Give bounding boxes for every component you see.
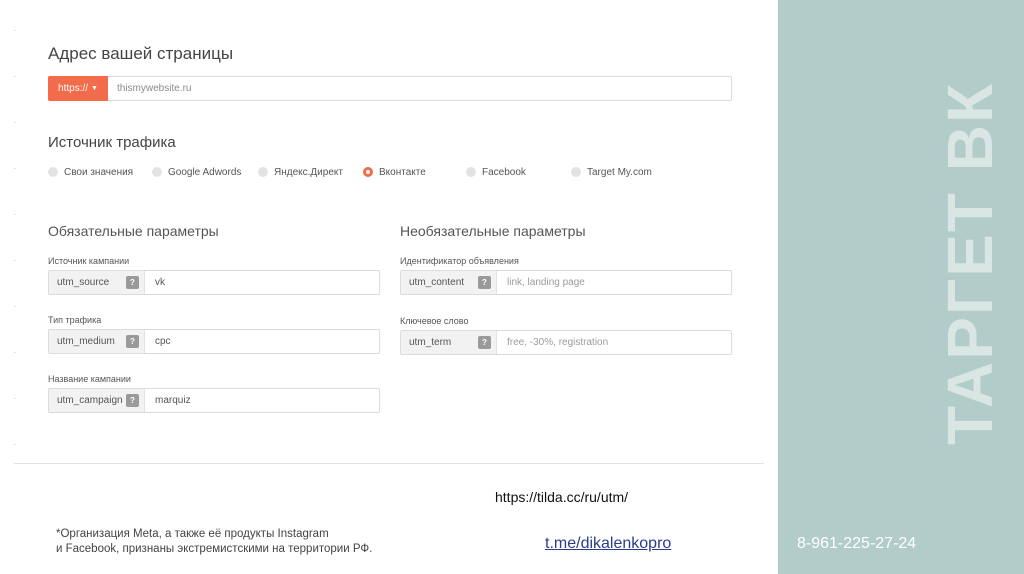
- utm-medium-field[interactable]: utm_medium ? cpc: [48, 329, 380, 354]
- radio-target-mycom[interactable]: Target My.com: [571, 164, 652, 180]
- utm-source-field[interactable]: utm_source ? vk: [48, 270, 380, 295]
- radio-dot: [571, 167, 581, 177]
- utm-term-field[interactable]: utm_term ? free, -30%, registration: [400, 330, 732, 355]
- traffic-source-radio-group: Свои значения Google Adwords Яндекс.Дире…: [48, 164, 768, 180]
- source-url: https://tilda.cc/ru/utm/: [495, 489, 629, 505]
- disclaimer-line: *Организация Meta, а также её продукты I…: [56, 528, 329, 540]
- param-label: Тип трафика: [48, 315, 102, 325]
- left-rule: [14, 30, 16, 460]
- help-icon[interactable]: ?: [126, 276, 139, 289]
- param-value: vk: [155, 277, 165, 288]
- utm-builder-screenshot: Адрес вашей страницы https:// ▼ thismywe…: [0, 0, 778, 470]
- param-label: Ключевое слово: [400, 316, 469, 326]
- meta-disclaimer: *Организация Meta, а также её продукты I…: [56, 527, 372, 557]
- radio-dot: [48, 167, 58, 177]
- telegram-link[interactable]: t.me/dikalenkopro: [545, 535, 671, 553]
- caret-down-icon: ▼: [91, 85, 98, 92]
- radio-custom[interactable]: Свои значения: [48, 164, 133, 180]
- help-icon[interactable]: ?: [478, 276, 491, 289]
- param-label: Источник кампании: [48, 256, 130, 266]
- required-params-heading: Обязательные параметры: [48, 223, 219, 239]
- radio-yandex-direct[interactable]: Яндекс.Директ: [258, 164, 343, 180]
- url-value: thismywebsite.ru: [117, 83, 192, 94]
- utm-content-field[interactable]: utm_content ? link, landing page: [400, 270, 732, 295]
- radio-dot-checked: [363, 167, 373, 177]
- phone-number: 8-961-225-27-24: [797, 535, 917, 552]
- protocol-dropdown-button[interactable]: https:// ▼: [48, 76, 108, 101]
- help-icon[interactable]: ?: [126, 394, 139, 407]
- radio-dot: [258, 167, 268, 177]
- radio-facebook[interactable]: Facebook: [466, 164, 526, 180]
- param-value: cpc: [155, 336, 171, 347]
- radio-label: Яндекс.Директ: [274, 166, 343, 178]
- radio-google-adwords[interactable]: Google Adwords: [152, 164, 241, 180]
- radio-label: Свои значения: [64, 166, 134, 178]
- protocol-label: https://: [58, 83, 89, 94]
- param-placeholder: free, -30%, registration: [507, 337, 609, 348]
- bottom-rule: [14, 463, 764, 464]
- param-label: Название кампании: [48, 374, 131, 384]
- url-input[interactable]: https:// ▼ thismywebsite.ru: [48, 76, 732, 101]
- radio-label: Вконтакте: [379, 166, 426, 178]
- traffic-source-heading: Источник трафика: [48, 134, 176, 151]
- param-label: Идентификатор объявления: [400, 256, 519, 266]
- radio-label: Google Adwords: [168, 166, 242, 178]
- help-icon[interactable]: ?: [478, 336, 491, 349]
- param-value: marquiz: [155, 395, 191, 406]
- radio-vkontakte[interactable]: Вконтакте: [363, 164, 426, 180]
- radio-label: Target My.com: [587, 166, 652, 178]
- vertical-slide-title: ТАРГЕТ ВК: [934, 81, 1006, 445]
- radio-label: Facebook: [482, 166, 526, 178]
- disclaimer-line: и Facebook, признаны экстремистскими на …: [56, 543, 373, 555]
- help-icon[interactable]: ?: [126, 335, 139, 348]
- address-heading: Адрес вашей страницы: [48, 44, 234, 63]
- radio-dot: [152, 167, 162, 177]
- param-placeholder: link, landing page: [507, 277, 585, 288]
- optional-params-heading: Необязательные параметры: [400, 223, 586, 239]
- utm-campaign-field[interactable]: utm_campaign ? marquiz: [48, 388, 380, 413]
- radio-dot: [466, 167, 476, 177]
